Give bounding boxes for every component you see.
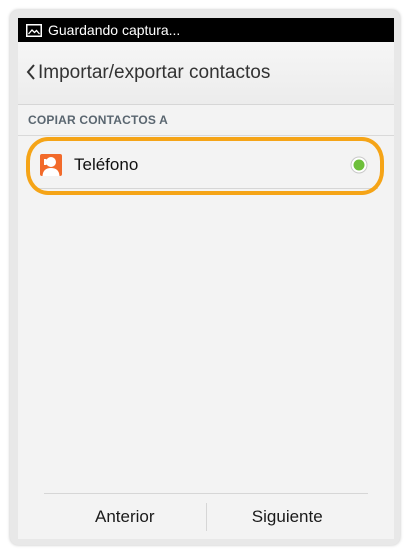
phone-contact-icon [40, 154, 62, 176]
list-item-label: Teléfono [74, 155, 139, 174]
action-bar[interactable]: Importar/exportar contactos [18, 42, 394, 105]
next-button[interactable]: Siguiente [207, 494, 369, 539]
screen: Guardando captura... Importar/exportar c… [18, 18, 394, 539]
screenshot-icon [26, 23, 42, 37]
chevron-left-icon[interactable] [26, 62, 36, 84]
device-frame: Guardando captura... Importar/exportar c… [10, 10, 400, 545]
radio-selected-icon[interactable] [350, 156, 368, 174]
previous-button[interactable]: Anterior [44, 494, 206, 539]
page-title: Importar/exportar contactos [38, 62, 271, 83]
footer-bar: Anterior Siguiente [44, 493, 368, 539]
section-header: COPIAR CONTACTOS A [18, 105, 394, 136]
status-bar: Guardando captura... [18, 18, 394, 42]
list-item-telefono[interactable]: Teléfono [36, 142, 378, 189]
status-notification-text: Guardando captura... [48, 22, 181, 38]
section-header-label: COPIAR CONTACTOS A [28, 113, 169, 127]
